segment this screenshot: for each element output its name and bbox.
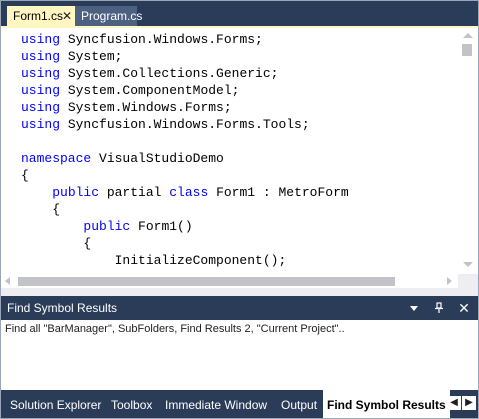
code-line[interactable]: {: [21, 167, 349, 184]
chevron-right-icon[interactable]: ▶: [462, 396, 476, 410]
tab-solution-explorer[interactable]: Solution Explorer: [10, 390, 101, 418]
horizontal-scroll-thumb[interactable]: [18, 277, 395, 286]
code-keyword: public: [83, 219, 131, 234]
code-text: Syncfusion.Windows.Forms;: [60, 32, 263, 47]
code-text: VisualStudioDemo: [91, 151, 224, 166]
result-line[interactable]: Find all "BarManager", SubFolders, Find …: [5, 323, 345, 335]
code-text: Form1(): [130, 219, 193, 234]
bottom-tab-strip: Solution Explorer Toolbox Immediate Wind…: [1, 390, 478, 418]
tab-form1-cs[interactable]: Form1.cs ✕: [7, 6, 75, 26]
tab-toolbox[interactable]: Toolbox: [111, 390, 152, 418]
code-keyword: public: [52, 185, 100, 200]
scroll-left-icon[interactable]: [5, 277, 10, 285]
code-keyword: using: [21, 49, 61, 64]
tool-window-header: Find Symbol Results ✕: [1, 296, 478, 320]
code-line[interactable]: [21, 133, 349, 150]
pin-icon[interactable]: [429, 298, 449, 318]
code-line[interactable]: InitializeComponent();: [21, 252, 349, 269]
code-text: System;: [60, 49, 123, 64]
code-line[interactable]: using System.ComponentModel;: [21, 82, 349, 99]
dropdown-icon[interactable]: [404, 298, 424, 318]
code-text: {: [21, 168, 29, 183]
tab-program-cs[interactable]: Program.cs: [75, 6, 142, 26]
code-text: System.Collections.Generic;: [60, 66, 279, 81]
code-text: {: [21, 236, 92, 251]
code-line[interactable]: using Syncfusion.Windows.Forms.Tools;: [21, 116, 349, 133]
code-line[interactable]: using System;: [21, 48, 349, 65]
code-line[interactable]: {: [21, 201, 349, 218]
code-keyword: using: [21, 32, 61, 47]
code-editor[interactable]: using Syncfusion.Windows.Forms; using Sys…: [1, 28, 478, 288]
code-line[interactable]: public partial class Form1 : MetroForm: [21, 184, 349, 201]
code-lines: using Syncfusion.Windows.Forms; using Sys…: [21, 31, 349, 269]
scroll-down-icon[interactable]: [463, 262, 473, 267]
code-line[interactable]: {: [21, 235, 349, 252]
close-icon[interactable]: ✕: [61, 6, 73, 26]
vertical-scroll-thumb[interactable]: [462, 44, 472, 56]
code-text: Form1 : MetroForm: [208, 185, 349, 200]
code-line[interactable]: using Syncfusion.Windows.Forms;: [21, 31, 349, 48]
chevron-left-icon[interactable]: ◀: [447, 396, 461, 410]
code-line[interactable]: using System.Collections.Generic;: [21, 65, 349, 82]
code-text: partial: [99, 185, 170, 200]
code-keyword: using: [21, 117, 61, 132]
code-text: {: [21, 202, 61, 217]
code-line[interactable]: public Form1(): [21, 218, 349, 235]
scroll-right-icon[interactable]: [447, 277, 452, 285]
code-text: System.Windows.Forms;: [60, 100, 232, 115]
code-line[interactable]: namespace VisualStudioDemo: [21, 150, 349, 167]
code-text: InitializeComponent();: [21, 253, 287, 268]
scrollbar-corner: [458, 274, 478, 288]
tab-output[interactable]: Output: [281, 390, 317, 418]
tool-window-title: Find Symbol Results: [7, 301, 118, 315]
close-icon[interactable]: ✕: [454, 298, 474, 318]
tab-label: Form1.cs: [13, 9, 64, 23]
horizontal-scrollbar[interactable]: [1, 274, 458, 288]
pane-splitter[interactable]: [1, 288, 478, 296]
code-keyword: using: [21, 66, 61, 81]
code-keyword: using: [21, 83, 61, 98]
code-text: Syncfusion.Windows.Forms.Tools;: [60, 117, 310, 132]
code-text: System.ComponentModel;: [60, 83, 240, 98]
find-symbol-results-pane: Find all "BarManager", SubFolders, Find …: [1, 320, 478, 390]
scroll-up-icon[interactable]: [463, 33, 473, 38]
vertical-scrollbar[interactable]: [458, 28, 478, 274]
code-keyword: using: [21, 100, 61, 115]
tab-immediate-window[interactable]: Immediate Window: [165, 390, 267, 418]
code-keyword: class: [169, 185, 209, 200]
tab-label: Program.cs: [81, 9, 143, 23]
code-keyword: namespace: [21, 151, 92, 166]
code-line[interactable]: using System.Windows.Forms;: [21, 99, 349, 116]
tab-find-symbol-results[interactable]: Find Symbol Results: [323, 390, 450, 418]
document-tab-strip: Form1.cs ✕ Program.cs: [1, 1, 478, 26]
